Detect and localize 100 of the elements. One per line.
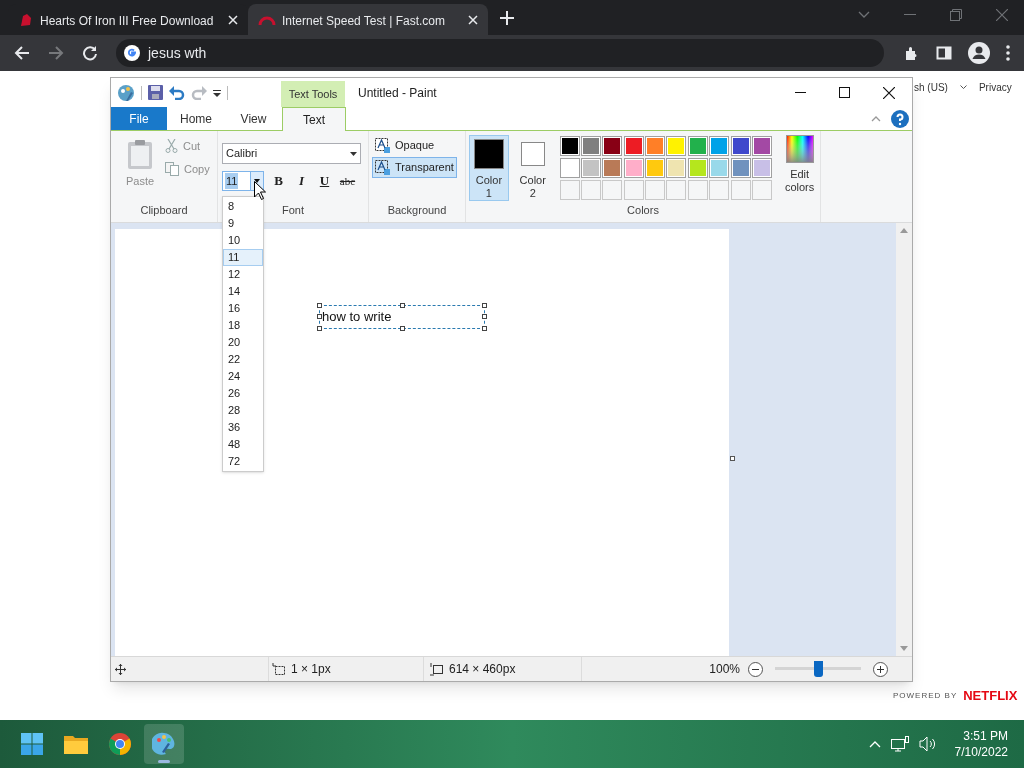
- text-box-handle[interactable]: [482, 314, 487, 319]
- maximize-icon[interactable]: [839, 87, 850, 98]
- palette-color[interactable]: [709, 136, 730, 156]
- help-icon[interactable]: [891, 109, 909, 128]
- font-size-option[interactable]: 10: [223, 232, 263, 249]
- zoom-slider-thumb[interactable]: [813, 661, 823, 677]
- zoom-out-icon[interactable]: [748, 661, 763, 677]
- minimize-icon[interactable]: [795, 91, 806, 94]
- palette-color[interactable]: [709, 158, 730, 178]
- font-size-option[interactable]: 72: [223, 453, 263, 470]
- font-name-field[interactable]: Calibri: [222, 143, 361, 164]
- text-box-handle[interactable]: [482, 303, 487, 308]
- collapse-ribbon-icon[interactable]: [871, 115, 881, 122]
- font-size-option[interactable]: 16: [223, 300, 263, 317]
- palette-color[interactable]: [730, 158, 751, 178]
- font-size-option[interactable]: 8: [223, 198, 263, 215]
- font-size-option[interactable]: 9: [223, 215, 263, 232]
- palette-color[interactable]: [602, 136, 623, 156]
- text-box-handle[interactable]: [317, 326, 322, 331]
- google-icon: [124, 45, 140, 61]
- palette-color[interactable]: [666, 158, 687, 178]
- text-box[interactable]: how to write: [319, 305, 485, 329]
- font-size-option[interactable]: 22: [223, 351, 263, 368]
- back-icon[interactable]: [14, 45, 30, 61]
- color-slot-button[interactable]: Color 1: [469, 135, 509, 201]
- taskbar-app-button[interactable]: [144, 724, 184, 764]
- palette-color[interactable]: [666, 136, 687, 156]
- font-size-option[interactable]: 18: [223, 317, 263, 334]
- edit-colors-button[interactable]: Edit colors: [779, 135, 820, 194]
- font-size-option[interactable]: 26: [223, 385, 263, 402]
- new-tab-icon[interactable]: [500, 11, 514, 25]
- palette-color[interactable]: [687, 136, 708, 156]
- save-icon[interactable]: [148, 85, 163, 100]
- chevron-icon[interactable]: [959, 85, 967, 90]
- tab-title: Internet Speed Test | Fast.com: [282, 13, 445, 28]
- text-box-handle[interactable]: [482, 326, 487, 331]
- palette-color[interactable]: [730, 136, 751, 156]
- palette-color[interactable]: [623, 158, 644, 178]
- forward-icon[interactable]: [48, 45, 64, 61]
- text-box-handle[interactable]: [317, 314, 322, 319]
- palette-color[interactable]: [602, 158, 623, 178]
- address-text: jesus wth: [148, 43, 207, 63]
- tab-search-icon[interactable]: [858, 11, 870, 19]
- side-panel-icon[interactable]: [936, 45, 952, 61]
- palette-color[interactable]: [687, 158, 708, 178]
- ribbon-tab[interactable]: View: [225, 107, 282, 130]
- text-box-handle[interactable]: [400, 303, 405, 308]
- language-selector[interactable]: sh (US): [914, 80, 948, 95]
- bold-button[interactable]: B: [270, 171, 287, 191]
- scroll-down-icon[interactable]: [900, 646, 908, 651]
- address-bar[interactable]: jesus wth: [116, 39, 884, 67]
- font-size-option[interactable]: 12: [223, 266, 263, 283]
- palette-color[interactable]: [559, 158, 580, 178]
- close-icon[interactable]: [883, 86, 895, 99]
- background-option[interactable]: Transparent: [372, 157, 457, 178]
- restore-icon[interactable]: [950, 9, 962, 21]
- background-option[interactable]: Opaque: [372, 135, 457, 156]
- menu-icon[interactable]: [1006, 45, 1010, 61]
- ribbon-tab[interactable]: Text: [282, 107, 346, 131]
- chevron-up-icon[interactable]: [868, 740, 881, 748]
- zoom-in-icon[interactable]: [873, 661, 888, 677]
- italic-button[interactable]: I: [293, 171, 310, 191]
- palette-color[interactable]: [645, 136, 666, 156]
- font-size-option[interactable]: 48: [223, 436, 263, 453]
- palette-color[interactable]: [623, 136, 644, 156]
- color-slot-button[interactable]: Color 2: [512, 135, 553, 201]
- palette-color[interactable]: [559, 136, 580, 156]
- palette-color[interactable]: [751, 158, 772, 178]
- font-size-option[interactable]: 36: [223, 419, 263, 436]
- reload-icon[interactable]: [82, 45, 98, 61]
- volume-icon[interactable]: [918, 736, 937, 752]
- resize-handle[interactable]: [730, 456, 735, 461]
- privacy-link[interactable]: Privacy: [978, 80, 1012, 95]
- paint-palette-icon: [152, 732, 176, 756]
- vertical-scrollbar[interactable]: [896, 223, 912, 656]
- file-menu-tab[interactable]: File: [111, 107, 167, 130]
- font-size-option[interactable]: 14: [223, 283, 263, 300]
- font-size-option[interactable]: 11: [223, 249, 263, 266]
- text-box-handle[interactable]: [400, 326, 405, 331]
- font-size-option[interactable]: 20: [223, 334, 263, 351]
- palette-color[interactable]: [645, 158, 666, 178]
- network-icon[interactable]: [890, 736, 909, 752]
- palette-color[interactable]: [751, 136, 772, 156]
- font-size-option[interactable]: 28: [223, 402, 263, 419]
- clock[interactable]: 3:51 PM 7/10/2022: [954, 728, 1012, 760]
- font-size-option[interactable]: 24: [223, 368, 263, 385]
- undo-icon[interactable]: [169, 85, 185, 100]
- chrome-icon: [109, 733, 131, 755]
- palette-color[interactable]: [581, 136, 602, 156]
- profile-icon[interactable]: [968, 42, 990, 64]
- underline-button[interactable]: U: [316, 171, 333, 191]
- strikethrough-button[interactable]: abc: [339, 172, 356, 190]
- browser-tab[interactable]: Internet Speed Test | Fast.com: [248, 4, 488, 35]
- palette-color[interactable]: [581, 158, 602, 178]
- zoom-slider[interactable]: [775, 661, 861, 677]
- customize-caret-icon[interactable]: [213, 88, 221, 97]
- ribbon-tab[interactable]: Home: [167, 107, 225, 130]
- text-box-handle[interactable]: [317, 303, 322, 308]
- scroll-up-icon[interactable]: [900, 228, 908, 233]
- selection-size-icon: [272, 662, 285, 676]
